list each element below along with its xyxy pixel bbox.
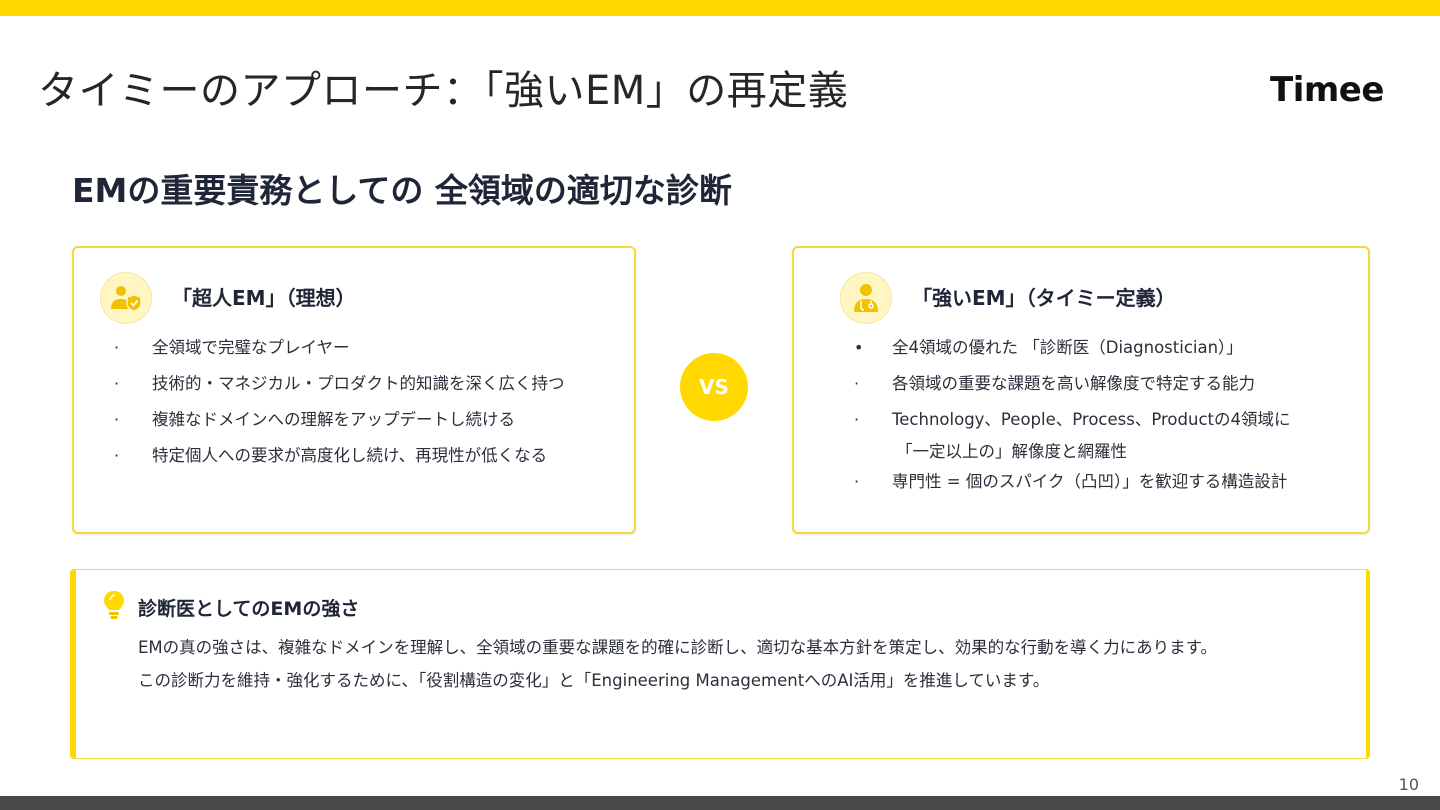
top-accent-bar [0,0,1440,16]
slide-subtitle: EMの重要責務としての 全領域の適切な診断 [72,171,732,210]
strong-em-card: 「強いEM」（タイミー定義） • 全4領域の優れた 「診断医（Diagnostic… [792,246,1370,534]
list-item: · 専門性 = 個のスパイク（凸凹）」を歓迎する構造設計 [854,472,1288,491]
list-item: · 特定個人への要求が高度化し続け、再現性が低くなる [114,446,548,465]
list-item: · 複雑なドメインへの理解をアップデートし続ける [114,410,515,429]
bottom-card-title: 診断医としてのEMの強さ [138,598,360,620]
left-card-list: · 全領域で完璧なプレイヤー · 技術的・マネジカル・プロダクト的知識を深く広く持つ… [114,336,565,480]
timee-logo: Timee [1270,70,1384,110]
right-card-title: 「強いEM」（タイミー定義） [912,286,1176,310]
list-item: · Technology、People、Process、Productの4領域に「… [854,410,1291,461]
diagnostician-strength-card: 診断医としてのEMの強さ EMの真の強さは、複雑なドメインを理解し、全領域の重要… [70,569,1370,759]
list-item: · 技術的・マネジカル・プロダクト的知識を深く広く持つ [114,374,565,393]
doctor-icon [840,272,892,324]
list-item: • 全4領域の優れた 「診断医（Diagnostician）」 [854,338,1243,357]
bottom-card-text-line-2: この診断力を維持・強化するために、「役割構造の変化」と「Engineering … [138,671,1050,690]
page-title: タイミーのアプローチ：「強いEM」の再定義 [38,68,849,114]
right-card-list: • 全4領域の優れた 「診断医（Diagnostician）」 · 各領域の重要な課… [854,336,1290,506]
page-number: 10 [1398,775,1419,794]
bottom-footer-bar [0,796,1440,810]
vs-badge: VS [680,353,748,421]
list-item: · 全領域で完璧なプレイヤー [114,338,350,357]
left-card-title: 「超人EM」（理想） [172,286,356,310]
superhuman-em-card: 「超人EM」（理想） · 全領域で完璧なプレイヤー · 技術的・マネジカル・プロダク… [72,246,636,534]
person-shield-icon [100,272,152,324]
list-item: · 各領域の重要な課題を高い解像度で特定する能力 [854,374,1255,393]
bottom-card-text-line-1: EMの真の強さは、複雑なドメインを理解し、全領域の重要な課題を的確に診断し、適切… [138,638,1218,657]
lightbulb-icon [102,590,126,624]
